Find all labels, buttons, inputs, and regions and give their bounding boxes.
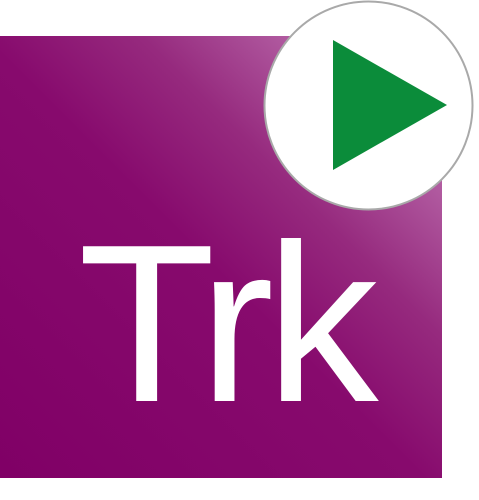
play-icon bbox=[263, 0, 474, 211]
play-badge[interactable] bbox=[263, 0, 474, 211]
app-label: Trk bbox=[78, 197, 379, 449]
